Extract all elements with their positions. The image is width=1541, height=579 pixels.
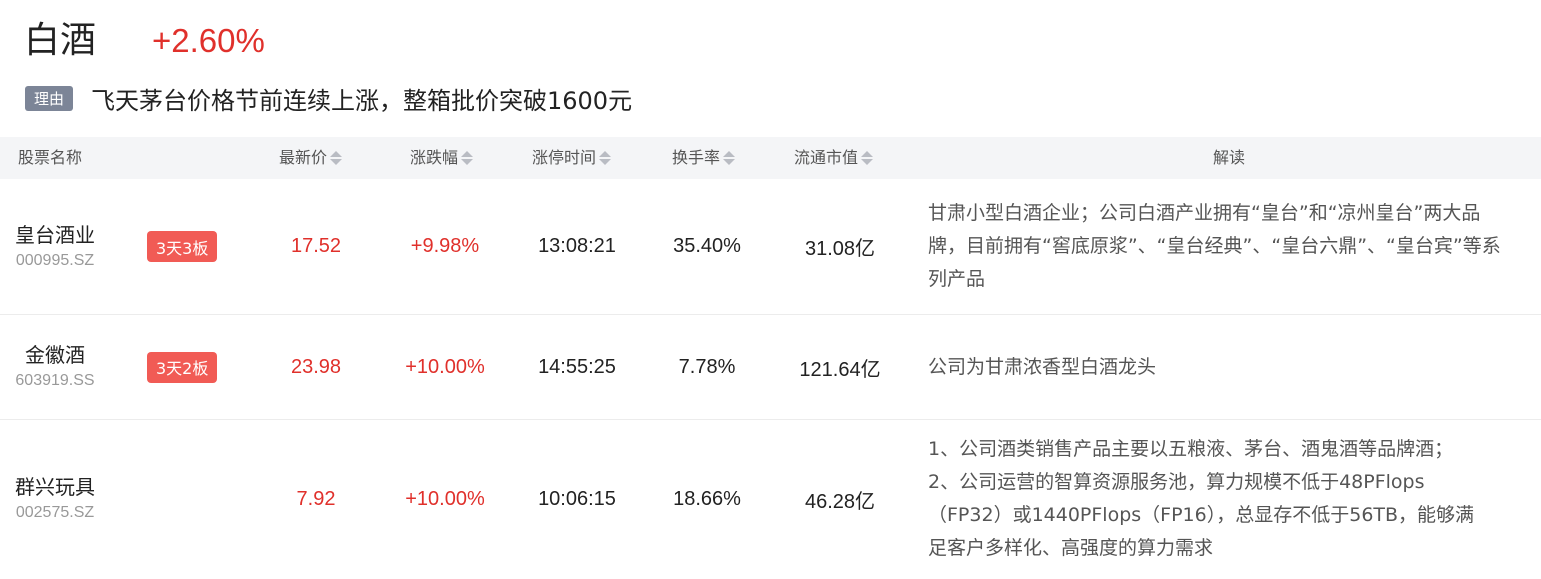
column-header-price-label: 最新价 [279,148,328,167]
market-cap-cell: 46.28亿 [804,490,876,513]
stock-identity[interactable]: 金徽酒 603919.SS [0,315,110,419]
table-header: 股票名称 最新价 涨跌幅 涨停时间 换手率 流通市值 解读 [0,137,1541,179]
stock-identity[interactable]: 皇台酒业 000995.SZ [0,179,110,314]
market-cap-cell: 121.64亿 [799,358,881,381]
note-line: 公司为甘肃浓香型白酒龙头 [928,355,1157,378]
streak-badge-cell: 3天3板 [147,179,218,314]
price-cell: 7.92 [296,487,336,510]
turnover-cell: 18.66% [673,487,741,510]
change-cell: +10.00% [405,487,485,510]
column-header-name-label: 股票名称 [18,148,83,167]
stock-identity[interactable]: 群兴玩具 002575.SZ [0,420,110,578]
price-cell: 17.52 [290,235,342,257]
limit-time-cell: 13:08:21 [538,235,616,257]
stock-name[interactable]: 皇台酒业 [15,221,95,249]
streak-badge-cell: 3天2板 [147,315,218,419]
column-header-note: 解读 [1213,137,1245,179]
sector-name: 白酒 [24,20,97,61]
note-line: 列产品 [928,268,986,290]
stock-code: 603919.SS [15,372,95,389]
note-line: 足客户多样化、高强度的算力需求 [928,537,1214,559]
limit-time-cell: 14:55:25 [538,355,616,378]
turnover-cell: 35.40% [673,235,741,257]
streak-badge: 3天3板 [147,231,218,262]
sort-caret-icon[interactable] [723,151,736,165]
column-header-note-label: 解读 [1213,148,1246,167]
reason-line: 理由 飞天茅台价格节前连续上涨，整箱批价突破1600元 [25,82,633,115]
stock-name[interactable]: 金徽酒 [25,341,85,369]
market-cap-cell: 31.08亿 [804,238,876,260]
note-cell: 甘肃小型白酒企业；公司白酒产业拥有“皇台”和“凉州皇台”两大品 牌，目前拥有“窖… [928,179,1533,314]
note-line: 牌，目前拥有“窖底原浆”、“皇台经典”、“皇台六鼎”、“皇台宾”等系 [928,235,1501,257]
column-header-change[interactable]: 涨跌幅 [410,137,474,179]
note-cell: 公司为甘肃浓香型白酒龙头 [928,315,1533,419]
note-line: （FP32）或1440PFlops（FP16），总显存不低于56TB，能够满 [928,504,1475,526]
table-row[interactable]: 皇台酒业 000995.SZ 3天3板 17.52 +9.98% 13:08:2… [0,179,1541,315]
column-header-limit-time[interactable]: 涨停时间 [532,137,612,179]
stock-code: 000995.SZ [15,251,95,269]
sort-caret-icon[interactable] [330,151,343,165]
note-line: 1、公司酒类销售产品主要以五粮液、茅台、酒鬼酒等品牌酒； [928,438,1454,460]
change-cell: +9.98% [410,235,480,257]
note-line: 甘肃小型白酒企业；公司白酒产业拥有“皇台”和“凉州皇台”两大品 [928,202,1481,224]
table-row[interactable]: 金徽酒 603919.SS 3天2板 23.98 +10.00% 14:55:2… [0,315,1541,420]
sector-header: 白酒 +2.60% [24,18,265,64]
reason-tag: 理由 [25,85,73,111]
sector-change: +2.60% [152,22,265,59]
stock-table: 股票名称 最新价 涨跌幅 涨停时间 换手率 流通市值 解读 皇台酒业 00099… [0,137,1541,578]
column-header-market-cap[interactable]: 流通市值 [794,137,874,179]
price-cell: 23.98 [290,355,342,378]
column-header-change-label: 涨跌幅 [410,148,459,167]
reason-text: 飞天茅台价格节前连续上涨，整箱批价突破1600元 [91,86,633,115]
limit-time-cell: 10:06:15 [538,487,616,510]
note-cell: 1、公司酒类销售产品主要以五粮液、茅台、酒鬼酒等品牌酒； 2、公司运营的智算资源… [928,420,1533,578]
sort-caret-icon[interactable] [861,151,874,165]
change-cell: +10.00% [405,355,485,378]
stock-name[interactable]: 群兴玩具 [15,473,95,501]
stock-code: 002575.SZ [15,504,95,521]
table-row[interactable]: 群兴玩具 002575.SZ 7.92 +10.00% 10:06:15 18.… [0,420,1541,578]
note-line: 2、公司运营的智算资源服务池，算力规模不低于48PFlops [928,471,1425,493]
sort-caret-icon[interactable] [461,151,474,165]
column-header-price[interactable]: 最新价 [279,137,343,179]
column-header-name: 股票名称 [18,137,82,179]
turnover-cell: 7.78% [678,355,736,378]
streak-badge: 3天2板 [147,351,218,383]
column-header-limit-time-label: 涨停时间 [532,148,597,167]
column-header-market-cap-label: 流通市值 [794,148,859,167]
sort-caret-icon[interactable] [599,151,612,165]
column-header-turnover[interactable]: 换手率 [672,137,736,179]
column-header-turnover-label: 换手率 [672,148,721,167]
